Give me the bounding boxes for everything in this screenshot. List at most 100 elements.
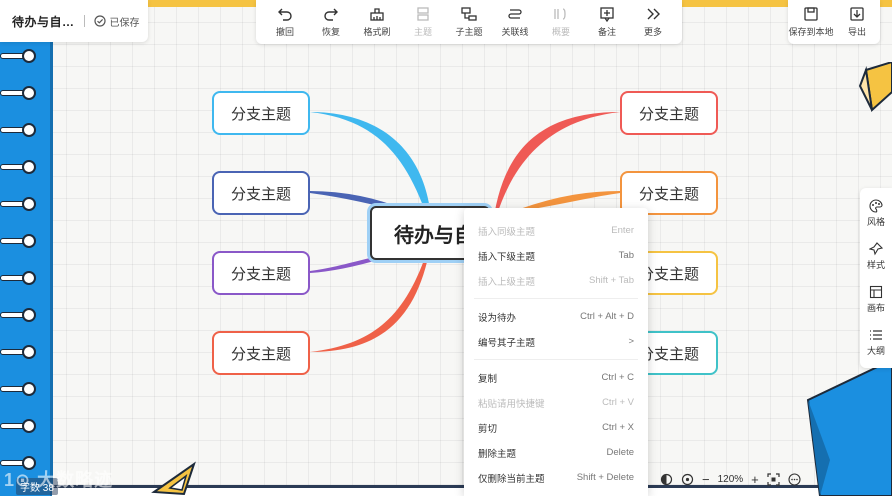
branch-topic-label: 分支主题 <box>230 185 291 203</box>
summary-label: 概要 <box>551 27 570 37</box>
menu-item-label: 剪切 <box>478 423 498 435</box>
more-label: 更多 <box>643 27 662 37</box>
format-brush-button[interactable]: 格式刷 <box>355 0 399 44</box>
context-menu-item[interactable]: 粘贴请用快捷键 Ctrl + V <box>464 390 648 415</box>
branch-topic-label: 分支主题 <box>230 345 291 363</box>
style-theme-button[interactable]: 风格 <box>867 199 885 228</box>
canvas-icon <box>869 285 883 299</box>
relation-line-icon <box>508 9 522 19</box>
zoom-controls: − 120% + <box>650 466 836 492</box>
menu-item-shortcut: > <box>628 336 634 347</box>
menu-item-shortcut: Ctrl + C <box>601 372 634 383</box>
context-menu-item[interactable]: 插入下级主题 Tab <box>464 243 648 268</box>
context-menu-item[interactable]: 插入同级主题 Enter <box>464 218 648 243</box>
side-panel: 风格 样式 画布 大纲 <box>860 188 892 368</box>
canvas-label: 画布 <box>866 303 885 313</box>
context-menu-item[interactable]: 设为待办 Ctrl + Alt + D <box>464 304 648 329</box>
menu-item-shortcut: Ctrl + Alt + D <box>580 311 634 322</box>
menu-item-shortcut: Ctrl + X <box>602 422 634 433</box>
menu-item-shortcut: Shift + Delete <box>576 472 634 483</box>
export-icon <box>850 7 864 21</box>
context-menu-item[interactable]: 删除主题 Delete <box>464 440 648 465</box>
menu-item-shortcut: Tab <box>618 250 634 261</box>
menu-item-label: 粘贴请用快捷键 <box>478 398 545 410</box>
branch-topic-left-2[interactable]: 分支主题 <box>212 171 310 215</box>
save-local-button[interactable]: 保存到本地 <box>788 0 834 44</box>
menu-item-label: 插入下级主题 <box>478 251 536 263</box>
menu-item-label: 编号其子主题 <box>478 337 536 349</box>
save-status-label: 已保存 <box>109 17 140 29</box>
subtopic-icon <box>461 7 477 21</box>
undo-button[interactable]: 撤回 <box>263 0 307 44</box>
context-menu-item[interactable]: 复制 Ctrl + C <box>464 365 648 390</box>
topic-label: 主题 <box>413 27 432 37</box>
watermark: 1⊙ 大数略迹 <box>4 470 114 490</box>
menu-item-shortcut: Delete <box>606 447 634 458</box>
toolbar: 撤回 恢复 格式刷 主题 子主题 关联线 概要 备注 更多 <box>256 0 682 44</box>
style-theme-label: 风格 <box>866 217 885 227</box>
note-button[interactable]: 备注 <box>585 0 629 44</box>
style-button[interactable]: 样式 <box>867 242 885 271</box>
canvas-button[interactable]: 画布 <box>867 285 885 314</box>
redo-button[interactable]: 恢复 <box>309 0 353 44</box>
more-options-icon[interactable] <box>788 472 801 486</box>
save-icon <box>804 7 818 21</box>
outline-label: 大纲 <box>866 346 885 356</box>
menu-item-label: 设为待办 <box>478 312 517 324</box>
menu-item-label: 插入同级主题 <box>478 226 536 238</box>
locate-icon[interactable] <box>681 473 694 486</box>
more-button[interactable]: 更多 <box>631 0 675 44</box>
style-label: 样式 <box>866 260 885 270</box>
context-menu-item[interactable]: 仅删除当前主题 Shift + Delete <box>464 465 648 490</box>
context-menu-item[interactable]: 编号其子主题 > <box>464 329 648 354</box>
outline-icon <box>869 330 882 340</box>
branch-topic-label: 分支主题 <box>230 105 291 123</box>
divider <box>83 15 85 27</box>
menu-item-label: 复制 <box>478 373 498 385</box>
branch-topic-label: 分支主题 <box>638 105 699 123</box>
branch-topic-left-3[interactable]: 分支主题 <box>212 251 310 295</box>
undo-label: 撤回 <box>275 27 294 37</box>
context-menu: 插入同级主题 Enter 插入下级主题 Tab 插入上级主题 Shift + Tab 设为待… <box>464 208 648 496</box>
more-icon <box>647 8 660 20</box>
relation-line-label: 关联线 <box>501 27 529 37</box>
branch-topic-left-1[interactable]: 分支主题 <box>212 91 310 135</box>
subtopic-button[interactable]: 子主题 <box>447 0 491 44</box>
format-brush-icon <box>370 8 384 21</box>
save-status: 已保存 <box>93 14 140 29</box>
menu-item-shortcut: Shift + Tab <box>589 275 634 286</box>
relation-line-button[interactable]: 关联线 <box>493 0 537 44</box>
export-button[interactable]: 导出 <box>834 0 880 44</box>
document-title[interactable]: 待办与自… <box>12 13 75 30</box>
zoom-level: 120% <box>717 473 744 485</box>
context-menu-item[interactable]: 剪切 Ctrl + X <box>464 415 648 440</box>
file-tools: 保存到本地 导出 <box>788 0 880 44</box>
zoom-in-button[interactable]: + <box>751 472 759 487</box>
menu-item-label: 插入上级主题 <box>478 276 536 288</box>
topic-icon <box>417 7 429 21</box>
menu-item-shortcut: Enter <box>611 225 634 236</box>
branch-topic-right-1[interactable]: 分支主题 <box>620 91 718 135</box>
document-header: 待办与自… 已保存 <box>0 0 148 42</box>
summary-button[interactable]: 概要 <box>539 0 583 44</box>
redo-icon <box>324 8 338 21</box>
format-brush-label: 格式刷 <box>363 27 391 37</box>
theme-toggle-icon[interactable] <box>660 473 673 486</box>
context-menu-item[interactable]: 插入上级主题 Shift + Tab <box>464 268 648 293</box>
branch-topic-label: 分支主题 <box>230 265 291 283</box>
note-icon <box>600 7 614 22</box>
redo-label: 恢复 <box>321 27 340 37</box>
note-label: 备注 <box>597 27 616 37</box>
menu-item-label: 删除主题 <box>478 448 517 460</box>
check-circle-icon <box>93 15 106 27</box>
topic-button[interactable]: 主题 <box>401 0 445 44</box>
zoom-out-button[interactable]: − <box>702 472 710 487</box>
outline-button[interactable]: 大纲 <box>867 328 885 357</box>
menu-divider <box>474 298 638 299</box>
branch-topic-left-4[interactable]: 分支主题 <box>212 331 310 375</box>
undo-icon <box>278 8 292 21</box>
palette-icon <box>869 199 883 213</box>
menu-item-shortcut: Ctrl + V <box>602 397 634 408</box>
fit-screen-icon[interactable] <box>767 472 780 486</box>
export-label: 导出 <box>847 27 866 37</box>
